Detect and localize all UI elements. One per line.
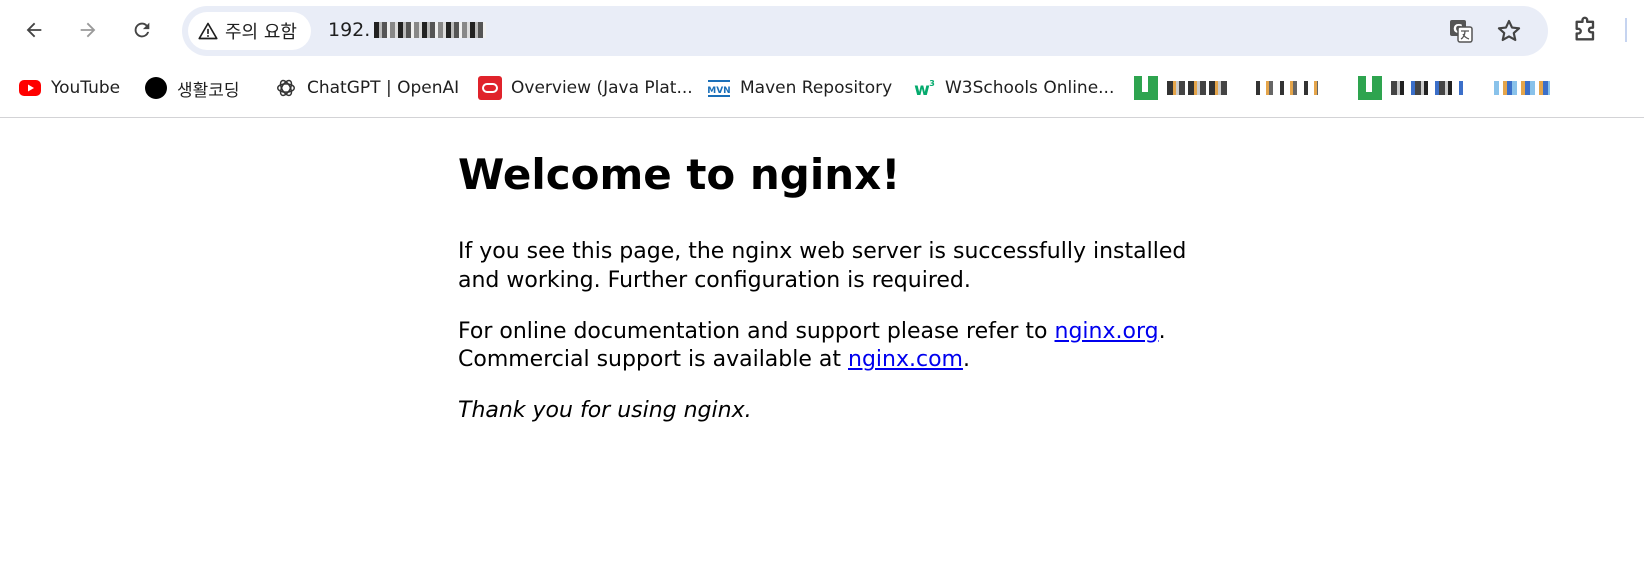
bookmark-maven[interactable]: MVN Maven Repository <box>707 72 892 104</box>
bookmark-java-overview[interactable]: Overview (Java Plat... <box>478 72 693 104</box>
reload-icon <box>134 22 150 38</box>
address-bar[interactable]: 주의 요함 192. G <box>182 6 1548 56</box>
bookmark-label: W3Schools Online... <box>945 78 1115 98</box>
black-circle-icon <box>144 76 168 100</box>
nginx-org-link[interactable]: nginx.org <box>1055 319 1159 344</box>
redacted-label <box>1256 81 1318 95</box>
nginx-com-link[interactable]: nginx.com <box>848 347 963 372</box>
svg-text:w: w <box>914 80 930 100</box>
security-chip[interactable]: 주의 요함 <box>188 12 311 50</box>
bookmark-label: Overview (Java Plat... <box>511 78 693 98</box>
bookmark-redacted-4[interactable] <box>1494 72 1550 104</box>
bookmark-redacted-2[interactable] <box>1256 72 1318 104</box>
star-icon[interactable] <box>1496 18 1522 44</box>
commercial-period: . <box>962 347 970 373</box>
arrow-right-icon <box>80 22 96 38</box>
url-text[interactable]: 192. <box>328 19 487 41</box>
bookmark-saenghwal-coding[interactable]: 생활코딩 <box>144 72 240 104</box>
url-redacted <box>374 22 487 38</box>
bookmark-label: YouTube <box>51 78 121 98</box>
svg-text:MVN: MVN <box>707 86 730 96</box>
thanks-text: Thank you for using nginx. <box>458 397 752 423</box>
url-prefix: 192. <box>328 19 371 41</box>
redacted-label <box>1494 81 1550 95</box>
translate-icon[interactable]: G <box>1448 18 1474 44</box>
bookmark-youtube[interactable]: YouTube <box>18 72 120 104</box>
support-text: For online documentation and support ple… <box>458 318 1055 344</box>
reload-button[interactable] <box>124 12 160 48</box>
support-paragraph: For online documentation and support ple… <box>458 318 1218 375</box>
support-period: . <box>1158 318 1166 344</box>
page-content: Welcome to nginx! If you see this page, … <box>458 150 1218 447</box>
redacted-label <box>1391 81 1463 95</box>
bookmark-chatgpt[interactable]: ChatGPT | OpenAI <box>274 72 459 104</box>
bookmark-w3schools[interactable]: w3 W3Schools Online... <box>912 72 1114 104</box>
bookmarks-bar: YouTube 생활코딩 ChatGPT | OpenAI Overview (… <box>0 68 1644 108</box>
thanks-paragraph: Thank you for using nginx. <box>458 397 1218 426</box>
bookmark-label: Maven Repository <box>740 78 893 98</box>
oracle-icon <box>478 76 502 100</box>
warning-icon <box>198 22 218 40</box>
back-button[interactable] <box>16 12 52 48</box>
youtube-icon <box>18 76 42 100</box>
green-block-icon <box>1358 76 1382 100</box>
commercial-text: Commercial support is available at <box>458 347 848 373</box>
w3schools-icon: w3 <box>912 76 936 100</box>
side-panel-divider <box>1625 18 1627 42</box>
browser-chrome: 주의 요함 192. G YouTube 생활코딩 <box>0 0 1644 118</box>
mvn-icon: MVN <box>707 76 731 100</box>
arrow-left-icon <box>26 22 42 38</box>
green-block-icon <box>1134 76 1158 100</box>
intro-paragraph: If you see this page, the nginx web serv… <box>458 239 1187 293</box>
svg-text:3: 3 <box>929 79 935 88</box>
security-label: 주의 요함 <box>225 22 297 43</box>
page-title: Welcome to nginx! <box>458 150 901 199</box>
bookmark-redacted-1[interactable] <box>1134 72 1229 104</box>
redacted-label <box>1167 81 1229 95</box>
bookmark-label: 생활코딩 <box>177 80 240 101</box>
puzzle-icon[interactable] <box>1572 16 1600 44</box>
forward-button[interactable] <box>70 12 106 48</box>
openai-icon <box>274 76 298 100</box>
bookmark-redacted-3[interactable] <box>1358 72 1463 104</box>
bookmark-label: ChatGPT | OpenAI <box>307 78 460 98</box>
